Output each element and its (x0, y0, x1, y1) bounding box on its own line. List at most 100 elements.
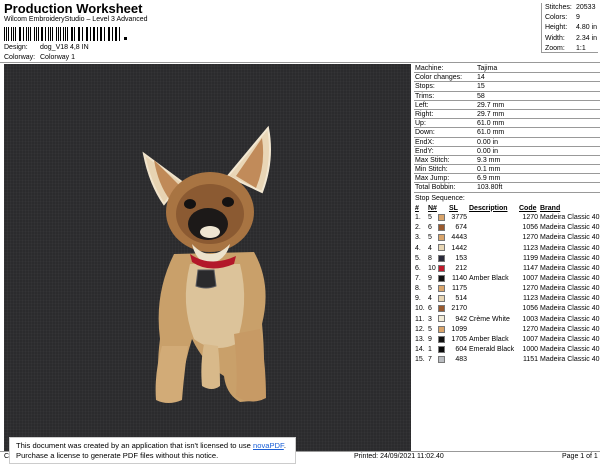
stitch-length: 483 (455, 356, 467, 364)
info-label: Total Bobbin: (415, 184, 456, 192)
barcode-bar (33, 27, 35, 41)
thread-description (469, 233, 519, 243)
thread-code: 1007 (522, 275, 538, 283)
barcode-bar (63, 27, 64, 41)
thread-color-swatch (438, 325, 445, 333)
info-row: Max Stitch: 9.3 mm (414, 156, 600, 166)
thread-description (469, 355, 519, 365)
info-row: Stops: 15 (414, 82, 600, 92)
stop-row: 11. 3 942 Crème White 1003 Madeira Classic 40 (414, 314, 600, 324)
barcode-bar (42, 27, 44, 41)
thread-code: 1123 (522, 244, 538, 252)
barcode-bar (55, 27, 57, 41)
thread-brand: Madeira Classic 40 (540, 214, 600, 222)
thread-description (469, 294, 519, 304)
needle-number: 8 (428, 254, 432, 262)
thread-description (469, 263, 519, 273)
design-row: Design: dog_V18 4,8 IN (4, 44, 89, 51)
notice-text: This document was created by an applicat… (16, 441, 253, 450)
color-swatch (438, 344, 449, 354)
color-swatch (438, 355, 449, 365)
color-swatch (438, 243, 449, 253)
thread-brand: Madeira Classic 40 (540, 264, 600, 272)
col-header-sl: SL (449, 204, 458, 212)
barcode-bar (79, 27, 81, 41)
barcode-bar (11, 27, 12, 41)
color-swatch (438, 233, 449, 243)
info-value: 58 (477, 92, 485, 100)
thread-description (469, 243, 519, 253)
stop-number: 3. (415, 234, 421, 242)
stitch-length: 3775 (451, 214, 467, 222)
thread-color-swatch (438, 224, 445, 232)
barcode-bar (107, 27, 109, 41)
stat-row: Zoom: 1:1 (545, 44, 598, 54)
needle-number: 10 (428, 264, 436, 272)
info-value: 0.00 in (477, 138, 499, 146)
thread-color-swatch (438, 355, 445, 363)
needle-number: 4 (428, 295, 432, 303)
stop-number: 4. (415, 244, 421, 252)
thread-brand: Madeira Classic 40 (540, 254, 600, 262)
color-swatch (438, 223, 449, 233)
col-header-num: # (415, 204, 419, 212)
info-value: 0.1 mm (477, 166, 501, 174)
stop-row: 4. 4 1442 1123 Madeira Classic 40 (414, 243, 600, 253)
stop-number: 14. (415, 346, 425, 354)
thread-description (469, 213, 519, 223)
barcode-bar (101, 27, 103, 41)
thread-description (469, 253, 519, 263)
stop-number: 7. (415, 275, 421, 283)
thread-code: 1000 (522, 346, 538, 354)
stop-row: 12. 5 1099 1270 Madeira Classic 40 (414, 324, 600, 334)
thread-color-swatch (438, 214, 445, 222)
page-title: Production Worksheet (4, 1, 143, 16)
thread-color-swatch (438, 264, 445, 272)
barcode-bar (48, 27, 50, 41)
barcode-bar (15, 27, 17, 41)
stat-row: Width: 2.34 in (545, 34, 598, 44)
col-header-needle: N# (428, 204, 437, 212)
color-swatch (438, 294, 449, 304)
design-value: dog_V18 4,8 IN (40, 44, 89, 51)
thread-brand: Madeira Classic 40 (540, 295, 600, 303)
header-divider (0, 62, 600, 63)
thread-color-swatch (438, 254, 445, 262)
stop-row: 9. 4 514 1123 Madeira Classic 40 (414, 294, 600, 304)
info-value: 29.7 mm (477, 101, 505, 109)
barcode-bar (4, 27, 5, 41)
design-preview (4, 64, 411, 451)
needle-number: 6 (428, 224, 432, 232)
needle-number: 1 (428, 346, 432, 354)
thread-color-swatch (438, 295, 445, 303)
license-notice-banner: This document was created by an applicat… (9, 437, 296, 464)
stop-row: 14. 1 604 Emerald Black 1000 Madeira Classic … (414, 344, 600, 354)
stat-row: Colors: 9 (545, 13, 598, 23)
app-subtitle: Wilcom EmbroideryStudio – Level 3 Advanc… (4, 16, 148, 23)
info-row: Machine: Tajima (414, 64, 600, 74)
info-label: EndY: (415, 147, 434, 155)
stitch-length: 674 (455, 224, 467, 232)
info-row: Down: 61.0 mm (414, 128, 600, 138)
colorway-row: Colorway: Colorway 1 (4, 54, 75, 61)
thread-brand: Madeira Classic 40 (540, 346, 600, 354)
colorway-value: Colorway 1 (40, 54, 76, 61)
printed-date: Printed: 24/09/2021 11:02.40 (354, 453, 444, 460)
novapdf-link[interactable]: novaPDF (253, 441, 284, 450)
info-row: EndY: 0.00 in (414, 147, 600, 156)
stop-number: 2. (415, 224, 421, 232)
stat-value: 20533 (576, 4, 596, 11)
info-value: 14 (477, 74, 485, 82)
thread-brand: Madeira Classic 40 (540, 356, 600, 364)
color-swatch (438, 304, 449, 314)
needle-number: 9 (428, 335, 432, 343)
thread-color-swatch (438, 285, 445, 292)
stitch-length: 604 (455, 346, 467, 354)
stat-value: 9 (576, 14, 580, 22)
needle-number: 9 (428, 275, 432, 283)
stop-table-header: # N# SL Description Code Brand (414, 204, 600, 213)
thread-description: Amber Black (469, 275, 509, 283)
barcode-bar (22, 27, 24, 41)
thread-color-swatch (438, 234, 445, 242)
info-row: Color changes: 14 (414, 73, 600, 83)
